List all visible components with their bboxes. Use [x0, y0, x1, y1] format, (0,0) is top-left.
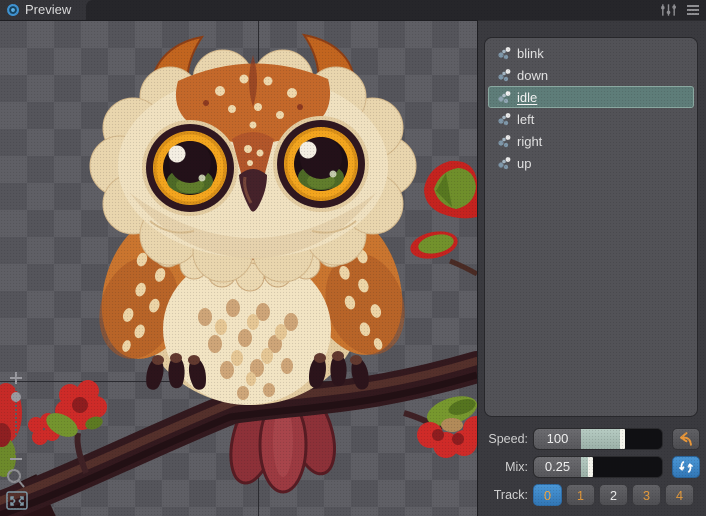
- animation-icon: [497, 156, 511, 170]
- page-title: Preview: [25, 0, 71, 20]
- track-button-2[interactable]: 2: [599, 484, 628, 506]
- loop-icon: [677, 458, 695, 476]
- speed-slider-handle[interactable]: [620, 429, 625, 449]
- mix-slider-handle[interactable]: [588, 457, 593, 477]
- loop-toggle-button[interactable]: [672, 456, 700, 478]
- zoom-in-button[interactable]: [10, 372, 22, 384]
- speed-row: Speed: 100: [478, 428, 706, 450]
- titlebar: Preview: [0, 0, 706, 20]
- speed-slider-track[interactable]: [581, 429, 662, 449]
- mix-slider-fill: [581, 457, 592, 477]
- mix-row: Mix: 0.25: [478, 456, 706, 478]
- mix-slider[interactable]: 0.25: [533, 456, 663, 478]
- animation-label: up: [517, 156, 531, 171]
- animation-label: blink: [517, 46, 544, 61]
- preview-canvas[interactable]: [0, 20, 478, 516]
- track-label: Track:: [478, 488, 528, 502]
- track-button-4[interactable]: 4: [665, 484, 694, 506]
- menu-icon[interactable]: [686, 4, 700, 16]
- titlebar-actions: [86, 0, 706, 20]
- track-buttons: 0 1 2 3 4: [533, 484, 694, 506]
- track-button-1[interactable]: 1: [566, 484, 595, 506]
- animation-icon: [497, 46, 511, 60]
- animation-item-idle[interactable]: idle: [488, 86, 694, 108]
- speed-slider-fill: [581, 429, 624, 449]
- track-row: Track: 0 1 2 3 4: [478, 484, 706, 506]
- animation-list: blink down idle left right: [484, 37, 698, 417]
- track-button-0[interactable]: 0: [533, 484, 562, 506]
- eye-icon: [6, 3, 20, 17]
- animation-label: down: [517, 68, 548, 83]
- animation-label: right: [517, 134, 542, 149]
- mix-value[interactable]: 0.25: [534, 457, 581, 477]
- preview-window: Preview: [0, 0, 706, 516]
- animation-icon: [497, 68, 511, 82]
- animation-icon: [497, 112, 511, 126]
- undo-arrow-icon: [677, 430, 695, 448]
- reset-speed-button[interactable]: [672, 428, 700, 450]
- animation-item-blink[interactable]: blink: [488, 42, 694, 64]
- owl-artwork: [0, 21, 477, 516]
- animation-item-right[interactable]: right: [488, 130, 694, 152]
- preview-settings-panel: blink down idle left right: [478, 20, 706, 516]
- animation-label: left: [517, 112, 534, 127]
- mix-label: Mix:: [478, 460, 528, 474]
- animation-item-left[interactable]: left: [488, 108, 694, 130]
- animation-icon: [497, 134, 511, 148]
- animation-label: idle: [517, 90, 537, 105]
- animation-item-down[interactable]: down: [488, 64, 694, 86]
- track-button-3[interactable]: 3: [632, 484, 661, 506]
- animation-icon: [497, 90, 511, 104]
- speed-label: Speed:: [478, 432, 528, 446]
- zoom-slider-handle[interactable]: [11, 392, 21, 402]
- owl: [84, 35, 420, 405]
- leaves-right-top: [408, 161, 477, 263]
- tab-preview[interactable]: Preview: [0, 0, 86, 20]
- mix-slider-track[interactable]: [581, 457, 662, 477]
- animation-item-up[interactable]: up: [488, 152, 694, 174]
- speed-slider[interactable]: 100: [533, 428, 663, 450]
- speed-value[interactable]: 100: [534, 429, 581, 449]
- sliders-icon[interactable]: [660, 3, 677, 17]
- flowers-right-bottom: [417, 391, 477, 458]
